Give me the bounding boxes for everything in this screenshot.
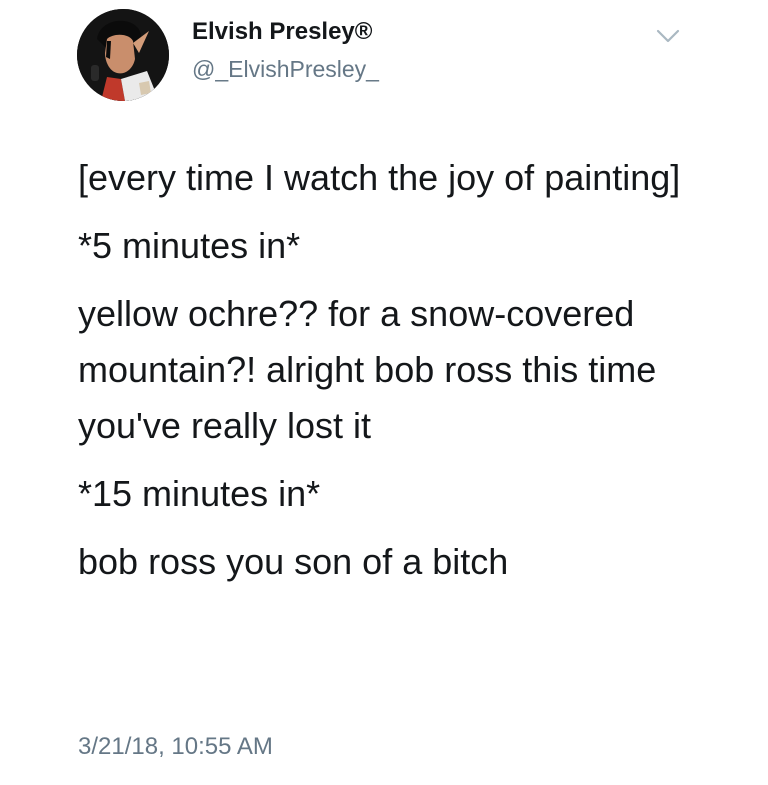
tweet-timestamp[interactable]: 3/21/18, 10:55 AM [78, 733, 273, 761]
chevron-down-icon[interactable] [655, 26, 681, 46]
tweet-paragraph: [every time I watch the joy of painting] [78, 157, 681, 198]
tweet-paragraph: bob ross you son of a bitch [78, 541, 509, 582]
tweet-paragraph: *5 minutes in* [78, 225, 301, 266]
user-handle[interactable]: @_ElvishPresley_ [192, 56, 379, 83]
tweet-paragraph: yellow ochre?? for a snow-covered mounta… [78, 293, 657, 446]
avatar[interactable] [77, 9, 169, 101]
tweet-paragraph: *15 minutes in* [78, 473, 321, 514]
avatar-image [77, 9, 169, 101]
tweet-text: [every time I watch the joy of painting]… [78, 150, 698, 602]
display-name[interactable]: Elvish Presley® [192, 18, 372, 46]
tweet: Elvish Presley® @_ElvishPresley_ [every … [0, 0, 768, 785]
